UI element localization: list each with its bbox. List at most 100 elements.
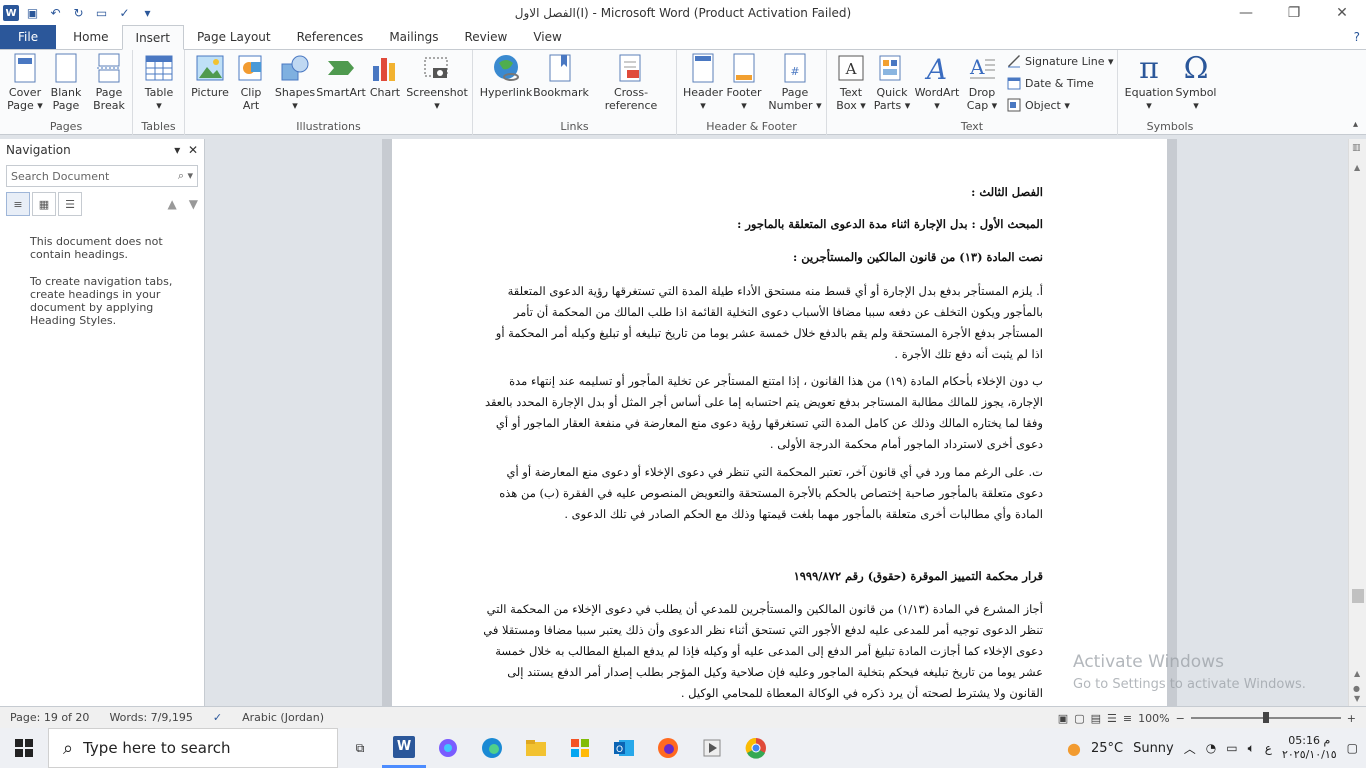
scroll-up-icon[interactable]: ▲ (1354, 163, 1360, 172)
show-hidden-icons-chevron-icon[interactable]: ︿ (1184, 740, 1196, 757)
quick-parts-button[interactable]: Quick Parts ▾ (872, 52, 912, 112)
cover-page-button[interactable]: Cover Page ▾ (5, 52, 45, 112)
previous-heading-icon[interactable]: ▲ (168, 197, 177, 211)
weather-desc[interactable]: Sunny (1133, 741, 1174, 756)
scrollbar-thumb[interactable] (1352, 589, 1364, 603)
clip-art-button[interactable]: Clip Art (233, 52, 269, 112)
ruler-toggle-icon[interactable]: ▥ (1352, 143, 1361, 153)
firefox-icon[interactable] (646, 728, 690, 768)
pane-options-icon[interactable]: ▾ (174, 143, 180, 157)
tab-references[interactable]: References (284, 25, 377, 49)
paragraph-a: أ. يلزم المستأجر بدفع بدل الإجارة أو أي … (495, 284, 1043, 361)
word-app-icon[interactable]: W (382, 728, 426, 768)
microsoft-store-icon[interactable] (558, 728, 602, 768)
edge-browser-icon[interactable] (470, 728, 514, 768)
footer-button[interactable]: Footer ▾ (723, 52, 765, 112)
tab-file[interactable]: File (0, 25, 57, 49)
blank-page-button[interactable]: Blank Page (47, 52, 85, 112)
vertical-scrollbar[interactable]: ▥ ▲ ▲ ● ▼ (1348, 139, 1366, 706)
navigation-pane: Navigation ▾ ✕ Search Document ⌕ ▾ ≡ ▦ ☰… (0, 139, 205, 706)
tab-home[interactable]: Home (60, 25, 121, 49)
zoom-slider[interactable] (1190, 712, 1341, 723)
search-document-input[interactable]: Search Document ⌕ ▾ (6, 165, 198, 187)
customize-qat-icon[interactable]: ▾ (138, 4, 157, 23)
document-page[interactable]: الفصل الثالث : المبحث الأول : بدل الإجار… (382, 139, 1177, 706)
header-button[interactable]: Header ▾ (682, 52, 724, 112)
hyperlink-button[interactable]: Hyperlink (478, 52, 534, 99)
network-icon[interactable]: ◔ (1206, 741, 1216, 755)
open-icon[interactable]: ▭ (92, 4, 111, 23)
weather-icon[interactable]: ● (1067, 739, 1081, 758)
close-pane-icon[interactable]: ✕ (188, 143, 198, 157)
input-language[interactable]: ع (1265, 741, 1272, 755)
browse-object-icon[interactable]: ● (1353, 684, 1360, 693)
next-heading-icon[interactable]: ▼ (189, 197, 198, 211)
zoom-level[interactable]: 100% (1138, 712, 1169, 725)
screenshot-button[interactable]: Screenshot ▾ (405, 52, 469, 112)
minimize-icon[interactable]: — (1222, 0, 1270, 26)
battery-icon[interactable]: ▭ (1226, 741, 1237, 755)
restore-icon[interactable]: ❐ (1270, 0, 1318, 26)
browse-results-tab-icon[interactable]: ☰ (58, 192, 82, 216)
collapse-ribbon-icon[interactable]: ▴ (1353, 119, 1358, 130)
symbol-button[interactable]: Ω Symbol ▾ (1174, 52, 1218, 112)
search-icon[interactable]: ⌕ ▾ (178, 169, 193, 183)
full-screen-icon[interactable]: ▢ (1074, 712, 1084, 725)
tab-review[interactable]: Review (452, 25, 521, 49)
next-page-icon[interactable]: ▼ (1354, 694, 1360, 703)
cross-reference-button[interactable]: Cross-reference (589, 52, 673, 112)
taskbar-search-box[interactable]: ⌕ Type here to search (48, 728, 338, 768)
zoom-slider-knob[interactable] (1262, 712, 1269, 723)
page-number-button[interactable]: # Page Number ▾ (768, 52, 822, 112)
close-icon[interactable]: ✕ (1318, 0, 1366, 26)
outline-icon[interactable]: ☰ (1107, 712, 1117, 725)
tab-page-layout[interactable]: Page Layout (184, 25, 284, 49)
tab-mailings[interactable]: Mailings (376, 25, 451, 49)
picture-button[interactable]: Picture (190, 52, 230, 99)
date-time-button[interactable]: Date & Time (1007, 76, 1094, 90)
table-button[interactable]: Table ▾ (139, 52, 179, 112)
shapes-button[interactable]: Shapes ▾ (273, 52, 317, 112)
browse-pages-tab-icon[interactable]: ▦ (32, 192, 56, 216)
file-explorer-icon[interactable] (514, 728, 558, 768)
draft-icon[interactable]: ≡ (1123, 712, 1132, 725)
weather-temp[interactable]: 25°C (1091, 741, 1123, 756)
language-indicator[interactable]: Arabic (Jordan) (232, 711, 334, 724)
copilot-icon[interactable] (426, 728, 470, 768)
previous-page-icon[interactable]: ▲ (1354, 669, 1360, 678)
clock[interactable]: 05:16 م ٢٠٢٥/١٠/١٥ (1282, 734, 1337, 762)
bookmark-button[interactable]: Bookmark (533, 52, 589, 99)
wordart-button[interactable]: A WordArt ▾ (913, 52, 961, 112)
word-count[interactable]: Words: 7/9,195 (99, 711, 202, 724)
chrome-icon[interactable] (734, 728, 778, 768)
help-icon[interactable]: ? (1354, 30, 1360, 44)
equation-button[interactable]: π Equation ▾ (1122, 52, 1176, 112)
web-layout-icon[interactable]: ▤ (1091, 712, 1101, 725)
save-icon[interactable]: ▣ (23, 4, 42, 23)
browse-headings-tab-icon[interactable]: ≡ (6, 192, 30, 216)
spelling-icon[interactable]: ✓ (115, 4, 134, 23)
page-break-button[interactable]: Page Break (90, 52, 128, 112)
tab-insert[interactable]: Insert (121, 25, 184, 50)
media-app-icon[interactable] (690, 728, 734, 768)
zoom-out-icon[interactable]: − (1176, 712, 1185, 725)
tab-view[interactable]: View (520, 25, 574, 49)
smartart-button[interactable]: SmartArt (316, 52, 366, 99)
signature-line-button[interactable]: Signature Line ▾ (1007, 54, 1114, 68)
object-button[interactable]: Object ▾ (1007, 98, 1070, 112)
word-logo-icon[interactable]: W (3, 5, 19, 21)
proofing-icon[interactable]: ✓ (203, 711, 232, 724)
notification-icon[interactable]: ▢ (1347, 741, 1358, 755)
page-count[interactable]: Page: 19 of 20 (0, 711, 99, 724)
redo-icon[interactable]: ↻ (69, 4, 88, 23)
task-view-icon[interactable]: ⧉ (338, 728, 382, 768)
volume-icon[interactable]: 🔈︎ (1248, 741, 1255, 756)
print-layout-icon[interactable]: ▣ (1058, 712, 1068, 725)
text-box-button[interactable]: A Text Box ▾ (831, 52, 871, 112)
chart-button[interactable]: Chart (367, 52, 403, 99)
outlook-icon[interactable]: O (602, 728, 646, 768)
zoom-in-icon[interactable]: + (1347, 712, 1356, 725)
undo-icon[interactable]: ↶ (46, 4, 65, 23)
drop-cap-button[interactable]: A Drop Cap ▾ (963, 52, 1001, 112)
windows-start-icon[interactable] (0, 728, 48, 768)
